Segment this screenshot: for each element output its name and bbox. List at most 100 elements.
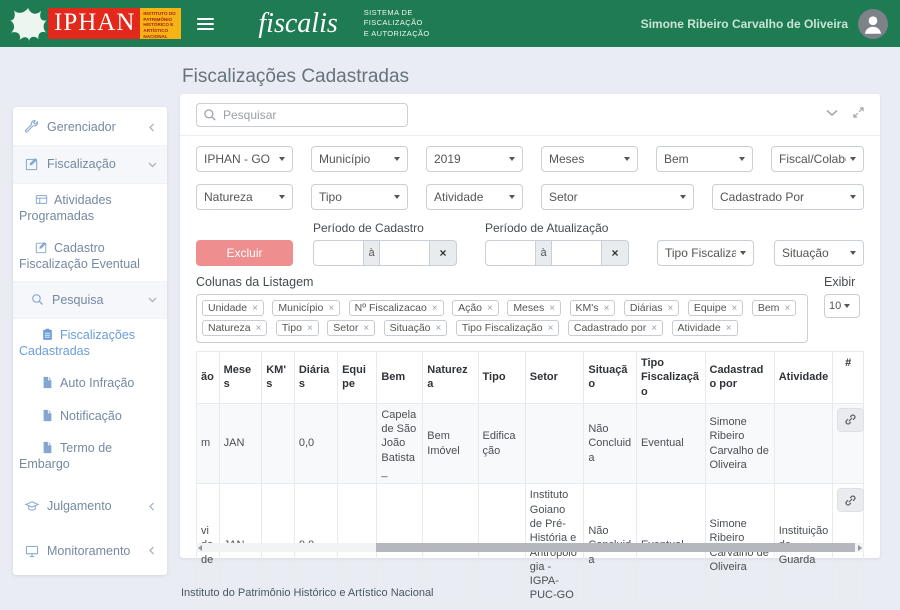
scrollbar-thumb[interactable] bbox=[376, 543, 854, 552]
atualizacao-end-date-input[interactable] bbox=[551, 240, 602, 266]
setor-select[interactable]: Setor bbox=[541, 184, 694, 210]
menu-toggle-button[interactable] bbox=[197, 15, 214, 33]
app-brand: fiscalis SISTEMA DE FISCALIZAÇÃO E AUTOR… bbox=[258, 8, 429, 40]
remove-tag-icon[interactable] bbox=[252, 303, 258, 314]
column-header[interactable]: ão bbox=[197, 352, 220, 404]
clear-cadastro-dates-icon[interactable] bbox=[429, 240, 457, 266]
clear-atualizacao-dates-icon[interactable] bbox=[601, 240, 629, 266]
column-header[interactable]: Situação bbox=[584, 352, 637, 404]
cadastro-start-date-input[interactable] bbox=[313, 240, 364, 266]
column-tag[interactable]: Meses bbox=[507, 300, 561, 316]
column-header[interactable]: Setor bbox=[525, 352, 584, 404]
collapse-panel-icon[interactable] bbox=[826, 109, 838, 117]
column-header[interactable]: Equipe bbox=[338, 352, 377, 404]
column-header[interactable]: Meses bbox=[219, 352, 262, 404]
remove-tag-icon[interactable] bbox=[604, 303, 610, 314]
column-tag[interactable]: Equipe bbox=[688, 300, 744, 316]
app-subtitle-line: FISCALIZAÇÃO bbox=[364, 18, 430, 28]
remove-tag-icon[interactable] bbox=[548, 323, 554, 334]
meses-select[interactable]: Meses bbox=[541, 146, 638, 172]
remove-tag-icon[interactable] bbox=[436, 323, 442, 334]
horizontal-scrollbar[interactable] bbox=[196, 543, 864, 552]
page-title: Fiscalizações Cadastradas bbox=[182, 66, 409, 88]
remove-tag-icon[interactable] bbox=[549, 303, 555, 314]
remove-tag-icon[interactable] bbox=[363, 323, 369, 334]
column-tag-label: Equipe bbox=[694, 302, 727, 314]
sidebar-item-gerenciador[interactable]: Gerenciador bbox=[13, 109, 167, 145]
cell-equipe bbox=[338, 403, 377, 483]
cadastrado-por-select[interactable]: Cadastrado Por bbox=[712, 184, 864, 210]
sidebar-item-auto-infracao[interactable]: Auto Infração bbox=[13, 367, 167, 399]
sidebar-item-atividades-programadas[interactable]: Atividades Programadas bbox=[13, 184, 167, 233]
sidebar-item-termo-de-embargo[interactable]: Termo de Embargo bbox=[13, 432, 167, 481]
atualizacao-start-date-input[interactable] bbox=[485, 240, 536, 266]
open-record-button[interactable] bbox=[837, 408, 864, 432]
column-tag[interactable]: Município bbox=[272, 300, 340, 316]
select-value: Tipo bbox=[319, 190, 342, 204]
column-tag[interactable]: Diárias bbox=[624, 300, 680, 316]
ano-select[interactable]: 2019 bbox=[426, 146, 523, 172]
column-tag[interactable]: Tipo Fiscalização bbox=[456, 320, 560, 336]
column-tag[interactable]: Unidade bbox=[202, 300, 264, 316]
iphan-logo[interactable]: IPHAN INSTITUTO DO PATRIMÔNIO HISTÓRICO … bbox=[10, 7, 181, 41]
column-tag[interactable]: KM's bbox=[570, 300, 616, 316]
column-header[interactable]: Diárias bbox=[294, 352, 337, 404]
sidebar-item-fiscalizacao[interactable]: Fiscalização bbox=[13, 145, 167, 183]
column-tag[interactable]: Setor bbox=[327, 320, 375, 336]
open-record-button[interactable] bbox=[837, 488, 864, 512]
column-tags-box[interactable]: Unidade Município Nº Fiscalizacao Ação M… bbox=[196, 294, 808, 343]
column-header[interactable]: Cadastrado por bbox=[705, 352, 774, 404]
tipo-fiscalizacao-select[interactable]: Tipo Fiscalização bbox=[657, 240, 754, 266]
column-tag[interactable]: Tipo bbox=[276, 320, 319, 336]
situacao-select[interactable]: Situação bbox=[774, 240, 864, 266]
column-tag[interactable]: Situação bbox=[384, 320, 448, 336]
table-row[interactable]: m JAN 0,0 Capela de São João Batista_ Be… bbox=[197, 403, 864, 483]
remove-tag-icon[interactable] bbox=[784, 303, 790, 314]
remove-tag-icon[interactable] bbox=[256, 323, 262, 334]
bem-select[interactable]: Bem bbox=[656, 146, 753, 172]
remove-tag-icon[interactable] bbox=[432, 303, 438, 314]
scroll-right-icon[interactable] bbox=[858, 545, 862, 551]
scroll-left-icon[interactable] bbox=[198, 545, 202, 551]
column-header[interactable]: KM's bbox=[262, 352, 295, 404]
sidebar-item-pesquisa[interactable]: Pesquisa bbox=[13, 281, 167, 319]
select-value: Cadastrado Por bbox=[720, 190, 804, 204]
page-size-select[interactable]: 10 bbox=[824, 294, 860, 318]
column-header[interactable]: Tipo Fiscalização bbox=[636, 352, 705, 404]
column-tag[interactable]: Bem bbox=[752, 300, 796, 316]
search-input[interactable] bbox=[196, 103, 408, 127]
cadastro-end-date-input[interactable] bbox=[379, 240, 430, 266]
sidebar-item-label: Fiscalizações Cadastradas bbox=[19, 328, 135, 358]
sidebar-item-notificacao[interactable]: Notificação bbox=[13, 400, 167, 432]
remove-tag-icon[interactable] bbox=[487, 303, 493, 314]
expand-fullscreen-icon[interactable] bbox=[853, 107, 864, 118]
excluir-button[interactable]: Excluir bbox=[196, 240, 293, 266]
atividade-select[interactable]: Atividade bbox=[426, 184, 523, 210]
column-tag[interactable]: Atividade bbox=[672, 320, 738, 336]
natureza-select[interactable]: Natureza bbox=[196, 184, 293, 210]
column-tag[interactable]: Ação bbox=[452, 300, 499, 316]
remove-tag-icon[interactable] bbox=[328, 303, 334, 314]
sidebar-item-monitoramento[interactable]: Monitoramento bbox=[13, 533, 167, 569]
fiscal-colaborador-select[interactable]: Fiscal/Colaborador bbox=[771, 146, 864, 172]
sidebar-item-fiscalizacoes-cadastradas[interactable]: Fiscalizações Cadastradas bbox=[13, 319, 167, 368]
column-header[interactable]: Tipo bbox=[478, 352, 525, 404]
column-tag[interactable]: Natureza bbox=[202, 320, 267, 336]
column-header[interactable]: Natureza bbox=[423, 352, 478, 404]
sidebar-item-julgamento[interactable]: Julgamento bbox=[13, 488, 167, 524]
unidade-select[interactable]: IPHAN - GO bbox=[196, 146, 293, 172]
remove-tag-icon[interactable] bbox=[726, 323, 732, 334]
remove-tag-icon[interactable] bbox=[651, 323, 657, 334]
tipo-select[interactable]: Tipo bbox=[311, 184, 408, 210]
municipio-select[interactable]: Município bbox=[311, 146, 408, 172]
remove-tag-icon[interactable] bbox=[732, 303, 738, 314]
remove-tag-icon[interactable] bbox=[307, 323, 313, 334]
user-menu[interactable]: Simone Ribeiro Carvalho de Oliveira bbox=[641, 9, 888, 39]
sidebar-item-cadastro-fiscalizacao-eventual[interactable]: Cadastro Fiscalização Eventual bbox=[13, 232, 167, 281]
column-header[interactable]: Bem bbox=[377, 352, 423, 404]
column-tag[interactable]: Nº Fiscalizacao bbox=[349, 300, 444, 316]
remove-tag-icon[interactable] bbox=[668, 303, 674, 314]
user-avatar-icon[interactable] bbox=[858, 9, 888, 39]
column-header[interactable]: Atividade bbox=[774, 352, 833, 404]
column-tag[interactable]: Cadastrado por bbox=[568, 320, 663, 336]
